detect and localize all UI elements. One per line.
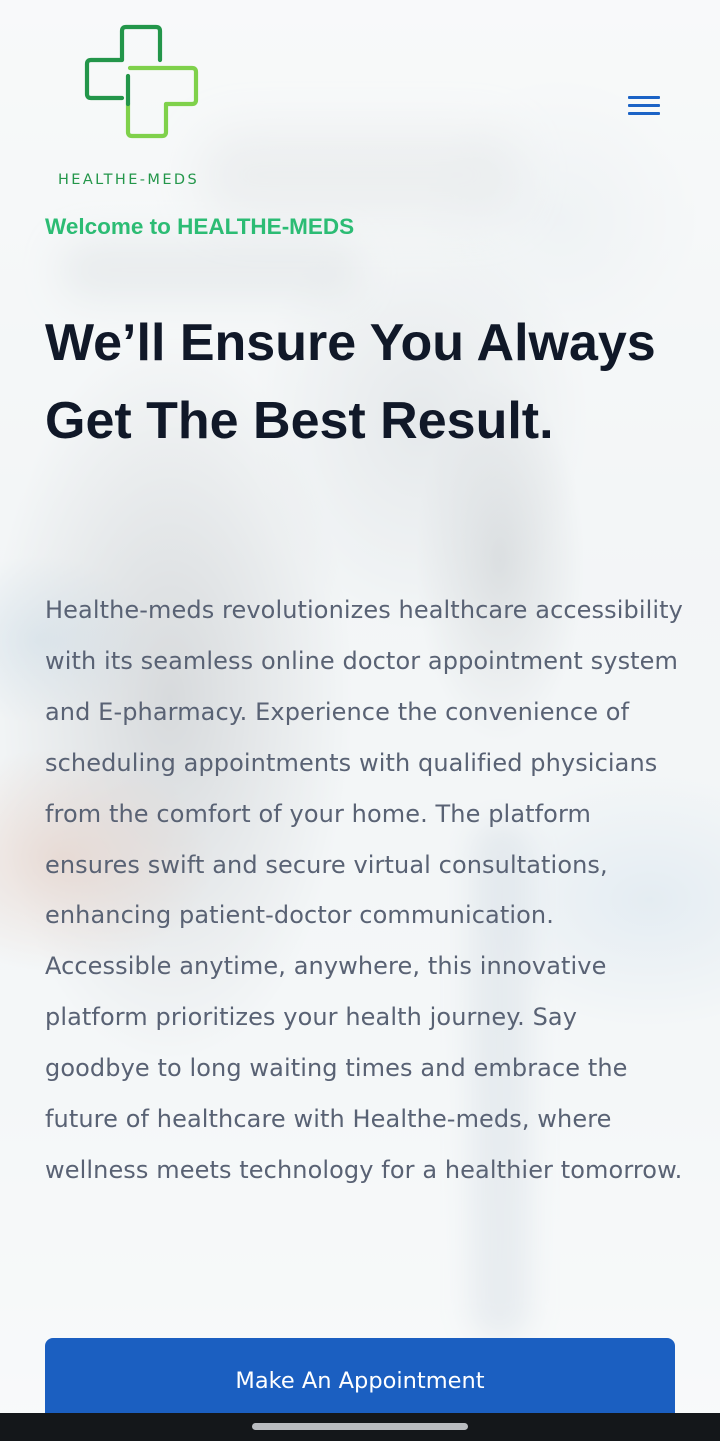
brand-name: HEALTHE-MEDS — [58, 172, 200, 188]
page-content: HEALTHE-MEDS Welcome to HEALTHE-MEDS We’… — [0, 0, 720, 1441]
hero-description: Healthe-meds revolutionizes healthcare a… — [45, 596, 683, 1184]
home-indicator[interactable] — [252, 1423, 468, 1430]
hamburger-menu-icon-line — [628, 104, 660, 107]
hamburger-menu-icon-line — [628, 96, 660, 99]
hero-headline: We’ll Ensure You Always Get The Best Res… — [45, 314, 656, 450]
brand-logo[interactable]: HEALTHE-MEDS — [58, 24, 228, 188]
hamburger-menu-button[interactable] — [624, 92, 664, 122]
welcome-tagline: Welcome to HEALTHE-MEDS — [45, 214, 355, 239]
hamburger-menu-icon-line — [628, 112, 660, 115]
system-navigation-bar — [0, 1413, 720, 1441]
medical-cross-icon — [84, 24, 199, 139]
make-appointment-button-label: Make An Appointment — [235, 1368, 485, 1394]
